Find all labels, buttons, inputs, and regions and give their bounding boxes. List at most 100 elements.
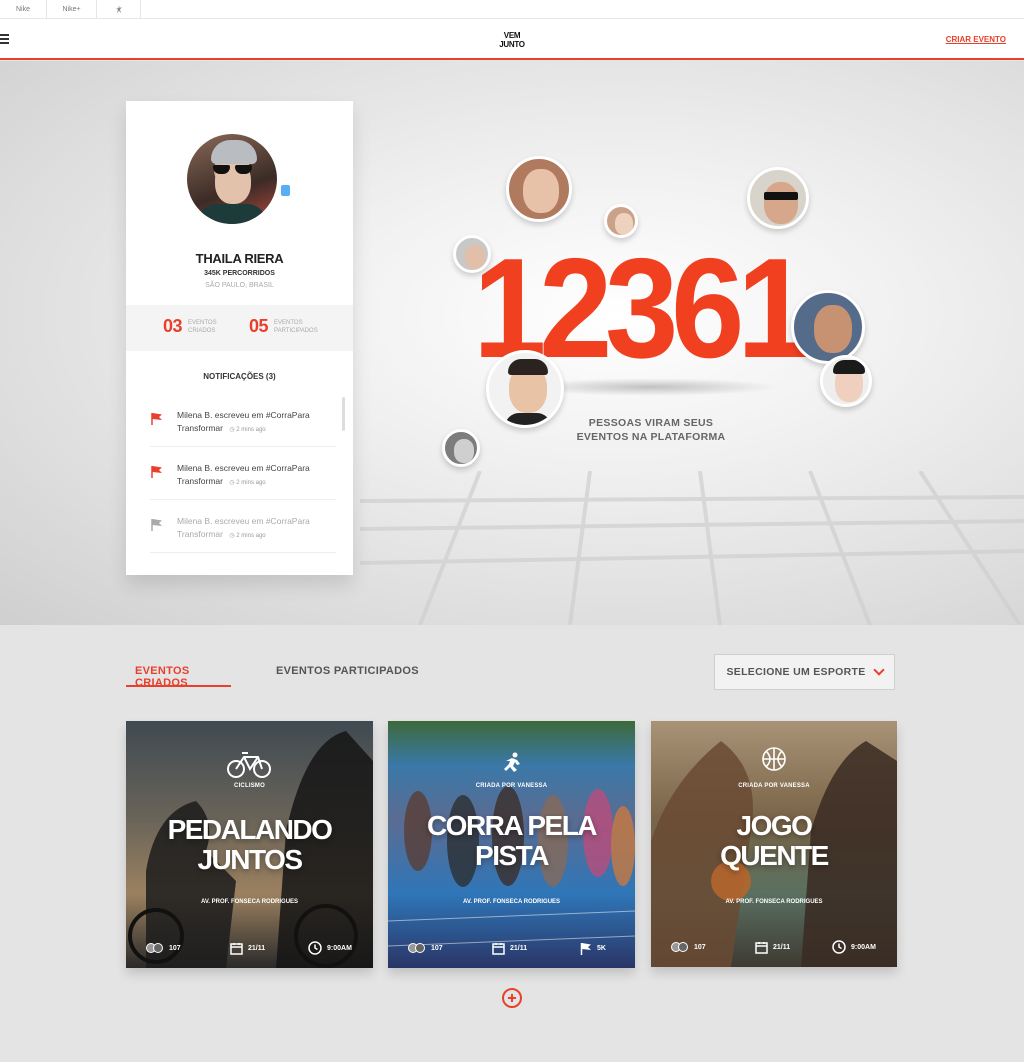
views-subtitle-line-2: EVENTOS NA PLATAFORMA — [576, 431, 726, 443]
viewer-avatar[interactable] — [506, 156, 572, 222]
notification-time-value: 2 mins ago — [236, 533, 266, 539]
profile-avatar[interactable] — [187, 134, 277, 224]
notification-tag: Transformar — [177, 423, 223, 433]
viewer-avatar[interactable] — [747, 167, 809, 229]
site-header: VEM JUNTO CRIAR EVENTO — [0, 19, 1024, 60]
notification-text-line-2: Transformar ◷ 2 mins ago — [177, 528, 336, 543]
stat-label: EVENTOS CRIADOS — [188, 319, 217, 334]
flag-icon — [151, 466, 162, 478]
tab-eventos-participados[interactable]: EVENTOS PARTICIPADOS — [276, 656, 419, 687]
event-title-line-1: JOGO — [736, 810, 813, 841]
notification-item[interactable]: Milena B. escreveu em #CorraPara Transfo… — [150, 447, 336, 500]
notification-text-line-1: Milena B. escreveu em #CorraPara — [177, 410, 310, 420]
online-indicator — [281, 185, 290, 196]
vem-junto-logo[interactable]: VEM JUNTO — [492, 31, 532, 49]
notification-item[interactable]: Milena B. escreveu em #CorraPara Transfo… — [150, 500, 336, 553]
stat-eventos-participados[interactable]: 05 EVENTOS PARTICIPADOS — [249, 316, 318, 337]
event-footer: 107 21/11 9:00AM — [651, 938, 897, 956]
attendee-count: 107 — [169, 944, 181, 952]
nike-plus-link[interactable]: Nike+ — [47, 0, 97, 19]
event-title-line-1: PEDALANDO — [167, 814, 333, 845]
calendar-icon — [230, 942, 243, 955]
event-distance: 5K — [580, 939, 606, 957]
chevron-down-icon — [872, 664, 885, 676]
notification-time-value: 2 mins ago — [236, 480, 266, 486]
calendar-icon — [755, 941, 768, 954]
event-date: 21/11 — [492, 939, 527, 957]
event-date-value: 21/11 — [773, 943, 791, 951]
event-label: CRIADA POR VANESSA — [475, 783, 548, 789]
nike-link[interactable]: Nike — [0, 0, 47, 19]
jumpman-icon — [115, 5, 122, 14]
attendee-count: 107 — [694, 943, 706, 951]
viewer-avatar[interactable] — [820, 355, 872, 407]
event-distance-value: 5K — [597, 944, 606, 952]
event-label: CICLISMO — [234, 783, 265, 789]
flag-icon — [151, 413, 162, 425]
notification-text-line-2: Transformar ◷ 2 mins ago — [177, 422, 336, 437]
stat-eventos-criados[interactable]: 03 EVENTOS CRIADOS — [163, 316, 228, 337]
notifications-scrollbar[interactable] — [342, 397, 345, 431]
flag-icon — [580, 942, 591, 955]
event-card[interactable]: CICLISMO PEDALANDO JUNTOS AV. PROF. FONS… — [126, 721, 373, 968]
event-attendees[interactable]: 107 — [146, 939, 181, 957]
viewer-avatar[interactable] — [442, 429, 480, 467]
calendar-icon — [492, 942, 505, 955]
event-footer: 107 21/11 9:00AM — [126, 939, 373, 957]
flag-icon — [151, 519, 162, 531]
notification-time-value: 2 mins ago — [236, 427, 266, 433]
viewer-avatar[interactable] — [791, 290, 865, 364]
event-card[interactable]: CRIADA POR VANESSA JOGO QUENTE AV. PROF.… — [651, 721, 897, 967]
event-attendees[interactable]: 107 — [408, 939, 443, 957]
clock-icon — [308, 941, 322, 955]
clock-icon — [832, 940, 846, 954]
notification-time: ◷ 2 mins ago — [229, 427, 266, 433]
profile-distance: 345K PERCORRIDOS — [204, 270, 275, 277]
viewer-avatar[interactable] — [486, 350, 564, 428]
event-time-value: 9:00AM — [327, 944, 352, 952]
event-card[interactable]: CRIADA POR VANESSA CORRA PELA PISTA AV. … — [388, 721, 635, 968]
profile-card: THAILA RIERA 345K PERCORRIDOS SÃO PAULO,… — [126, 101, 353, 575]
event-footer: 107 21/11 5K — [388, 939, 635, 957]
sport-select[interactable]: SELECIONE UM ESPORTE — [714, 654, 895, 690]
notifications-list: Milena B. escreveu em #CorraPara Transfo… — [150, 394, 336, 553]
event-title-line-2: PISTA — [475, 840, 549, 871]
event-address: AV. PROF. FONSECA RODRIGUES — [200, 899, 299, 905]
add-event-button[interactable] — [502, 988, 522, 1008]
tab-eventos-criados[interactable]: EVENTOS CRIADOS — [126, 656, 231, 689]
notifications-title: NOTIFICAÇÕES (3) — [203, 372, 276, 381]
criar-evento-link[interactable]: CRIAR EVENTO — [946, 35, 1006, 44]
event-title: JOGO QUENTE — [651, 811, 897, 871]
runner-icon — [504, 752, 520, 772]
event-attendees[interactable]: 107 — [671, 938, 706, 956]
logo-line-2: JUNTO — [499, 40, 525, 49]
jordan-link[interactable] — [97, 0, 141, 19]
notification-time: ◷ 2 mins ago — [229, 533, 266, 539]
sport-select-label: SELECIONE UM ESPORTE — [726, 666, 866, 678]
stat-value: 03 — [163, 316, 183, 336]
event-date: 21/11 — [755, 938, 790, 956]
notification-tag: Transformar — [177, 476, 223, 486]
event-date-value: 21/11 — [510, 944, 528, 952]
event-time-value: 9:00AM — [851, 943, 876, 951]
profile-stats: 03 EVENTOS CRIADOS 05 EVENTOS PARTICIPAD… — [126, 305, 353, 351]
grid-floor-decoration — [360, 471, 1024, 625]
viewer-avatar[interactable] — [453, 235, 491, 273]
viewer-avatar[interactable] — [604, 204, 638, 238]
basketball-icon — [762, 747, 786, 771]
hamburger-icon[interactable] — [0, 34, 9, 44]
attendee-count: 107 — [431, 944, 443, 952]
event-title-line-1: CORRA PELA — [426, 810, 598, 841]
notification-item[interactable]: Milena B. escreveu em #CorraPara Transfo… — [150, 394, 336, 447]
stat-label: EVENTOS PARTICIPADOS — [274, 319, 318, 334]
views-subtitle: PESSOAS VIRAM SEUS EVENTOS NA PLATAFORMA — [556, 416, 746, 444]
profile-name: THAILA RIERA — [195, 251, 284, 266]
event-date: 21/11 — [230, 939, 265, 957]
event-address: AV. PROF. FONSECA RODRIGUES — [725, 899, 823, 905]
event-address: AV. PROF. FONSECA RODRIGUES — [462, 899, 561, 905]
event-title-line-2: JUNTOS — [197, 844, 303, 875]
event-time: 9:00AM — [308, 939, 352, 957]
top-bar: Nike Nike+ — [0, 0, 1024, 19]
notification-time: ◷ 2 mins ago — [229, 480, 266, 486]
event-title: PEDALANDO JUNTOS — [126, 815, 373, 875]
